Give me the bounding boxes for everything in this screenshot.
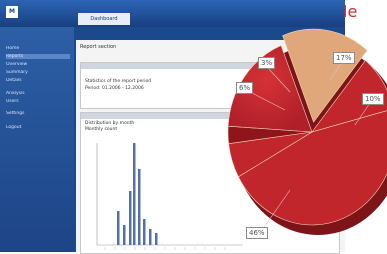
pie-chart xyxy=(227,28,387,237)
slice-label: 46% xyxy=(246,227,268,239)
slice-label: 10% xyxy=(362,93,384,105)
slice-label: 6% xyxy=(236,82,254,94)
slice-label: 3% xyxy=(258,57,276,69)
slice-label: 17% xyxy=(333,52,355,64)
